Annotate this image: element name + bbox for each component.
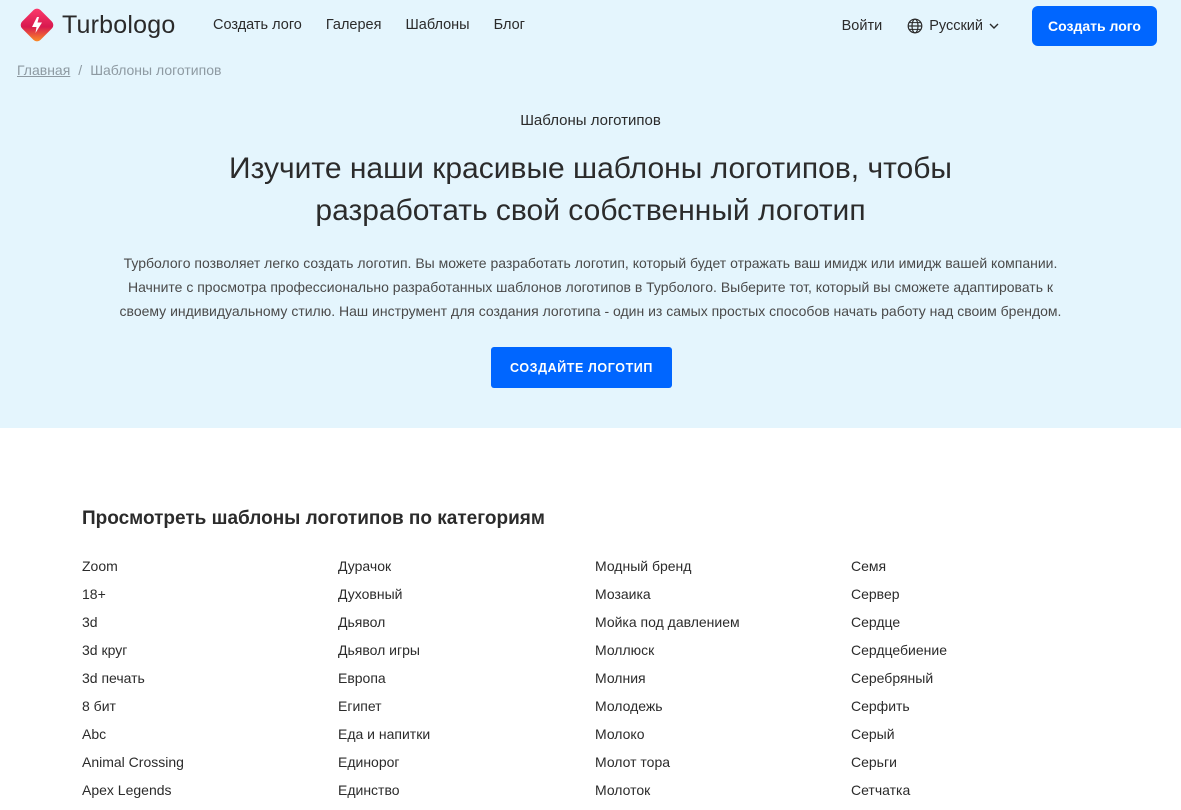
category-link[interactable]: 8 бит [82, 698, 184, 726]
category-link[interactable]: Дурачок [338, 558, 430, 586]
category-link[interactable]: Дьявол игры [338, 642, 430, 670]
category-link[interactable]: Моллюск [595, 642, 740, 670]
hero-description-line-2: Начните с просмотра профессионально разр… [127, 279, 1054, 295]
category-link[interactable]: Единорог [338, 754, 430, 782]
brand-name: Turbologo [62, 10, 176, 39]
categories-title: Просмотреть шаблоны логотипов по категор… [82, 508, 545, 529]
category-link[interactable]: 18+ [82, 586, 184, 614]
header-actions: Войти Русский Создать лого [842, 6, 1157, 46]
login-link[interactable]: Войти [842, 18, 883, 34]
category-link[interactable]: Духовный [338, 586, 430, 614]
category-link[interactable]: Сердцебиение [851, 642, 947, 670]
category-column-3: Модный бренд Мозаика Мойка под давлением… [595, 558, 740, 810]
hero-description-line-1: Турбологo позволяет легко создать логоти… [123, 255, 1058, 271]
category-link[interactable]: Молоток [595, 782, 740, 810]
category-link[interactable]: Сердце [851, 614, 947, 642]
category-column-2: Дурачок Духовный Дьявол Дьявол игры Евро… [338, 558, 430, 810]
nav-gallery[interactable]: Галерея [326, 17, 382, 33]
category-link[interactable]: Zoom [82, 558, 184, 586]
category-link[interactable]: 3d [82, 614, 184, 642]
brand-logo[interactable]: Turbologo [18, 6, 175, 44]
category-link[interactable]: Apex Legends [82, 782, 184, 810]
chevron-down-icon [989, 23, 999, 29]
category-link[interactable]: Молоко [595, 726, 740, 754]
globe-icon [907, 18, 923, 34]
nav-blog[interactable]: Блог [494, 17, 525, 33]
language-label: Русский [929, 18, 983, 34]
category-link[interactable]: Семя [851, 558, 947, 586]
category-link[interactable]: Animal Crossing [82, 754, 184, 782]
category-link[interactable]: Мойка под давлением [595, 614, 740, 642]
hero-description: Турбологo позволяет легко создать логоти… [100, 251, 1081, 323]
category-link[interactable]: Молодежь [595, 698, 740, 726]
turbologo-mark-icon [20, 8, 54, 42]
category-link[interactable]: Серьги [851, 754, 947, 782]
page-title-line-2: разработать свой собственный логотип [315, 194, 866, 227]
category-link[interactable]: Сервер [851, 586, 947, 614]
page-title-line-1: Изучите наши красивые шаблоны логотипов,… [229, 152, 952, 185]
category-link[interactable]: Еда и напитки [338, 726, 430, 754]
header-create-logo-button[interactable]: Создать лого [1032, 6, 1157, 46]
site-header: Turbologo Создать лого Галерея Шаблоны Б… [0, 0, 1181, 52]
category-link[interactable]: Сетчатка [851, 782, 947, 810]
category-link[interactable]: Модный бренд [595, 558, 740, 586]
hero-create-logo-button[interactable]: СОЗДАЙТЕ ЛОГОТИП [491, 347, 672, 388]
main-nav: Создать лого Галерея Шаблоны Блог [213, 17, 549, 33]
category-link[interactable]: Европа [338, 670, 430, 698]
category-link[interactable]: Египет [338, 698, 430, 726]
nav-templates[interactable]: Шаблоны [405, 17, 469, 33]
category-link[interactable]: Молния [595, 670, 740, 698]
category-link[interactable]: Abc [82, 726, 184, 754]
category-link[interactable]: Серебряный [851, 670, 947, 698]
breadcrumb-home-link[interactable]: Главная [17, 62, 70, 78]
category-link[interactable]: 3d круг [82, 642, 184, 670]
category-link[interactable]: 3d печать [82, 670, 184, 698]
breadcrumb-separator: / [78, 62, 83, 78]
category-link[interactable]: Молот тора [595, 754, 740, 782]
page-title: Изучите наши красивые шаблоны логотипов,… [140, 148, 1041, 232]
category-link[interactable]: Серфить [851, 698, 947, 726]
breadcrumb-current: Шаблоны логотипов [90, 62, 222, 78]
category-link[interactable]: Серый [851, 726, 947, 754]
category-column-4: Семя Сервер Сердце Сердцебиение Серебрян… [851, 558, 947, 810]
nav-create-logo[interactable]: Создать лого [213, 17, 302, 33]
category-link[interactable]: Мозаика [595, 586, 740, 614]
category-column-1: Zoom 18+ 3d 3d круг 3d печать 8 бит Abc … [82, 558, 184, 810]
breadcrumb: Главная / Шаблоны логотипов [17, 62, 221, 78]
language-selector[interactable]: Русский [907, 18, 999, 34]
hero-description-line-3: своему индивидуальному стилю. Наш инстру… [119, 303, 1062, 319]
category-link[interactable]: Дьявол [338, 614, 430, 642]
category-link[interactable]: Единство [338, 782, 430, 810]
hero-eyebrow: Шаблоны логотипов [520, 112, 661, 129]
